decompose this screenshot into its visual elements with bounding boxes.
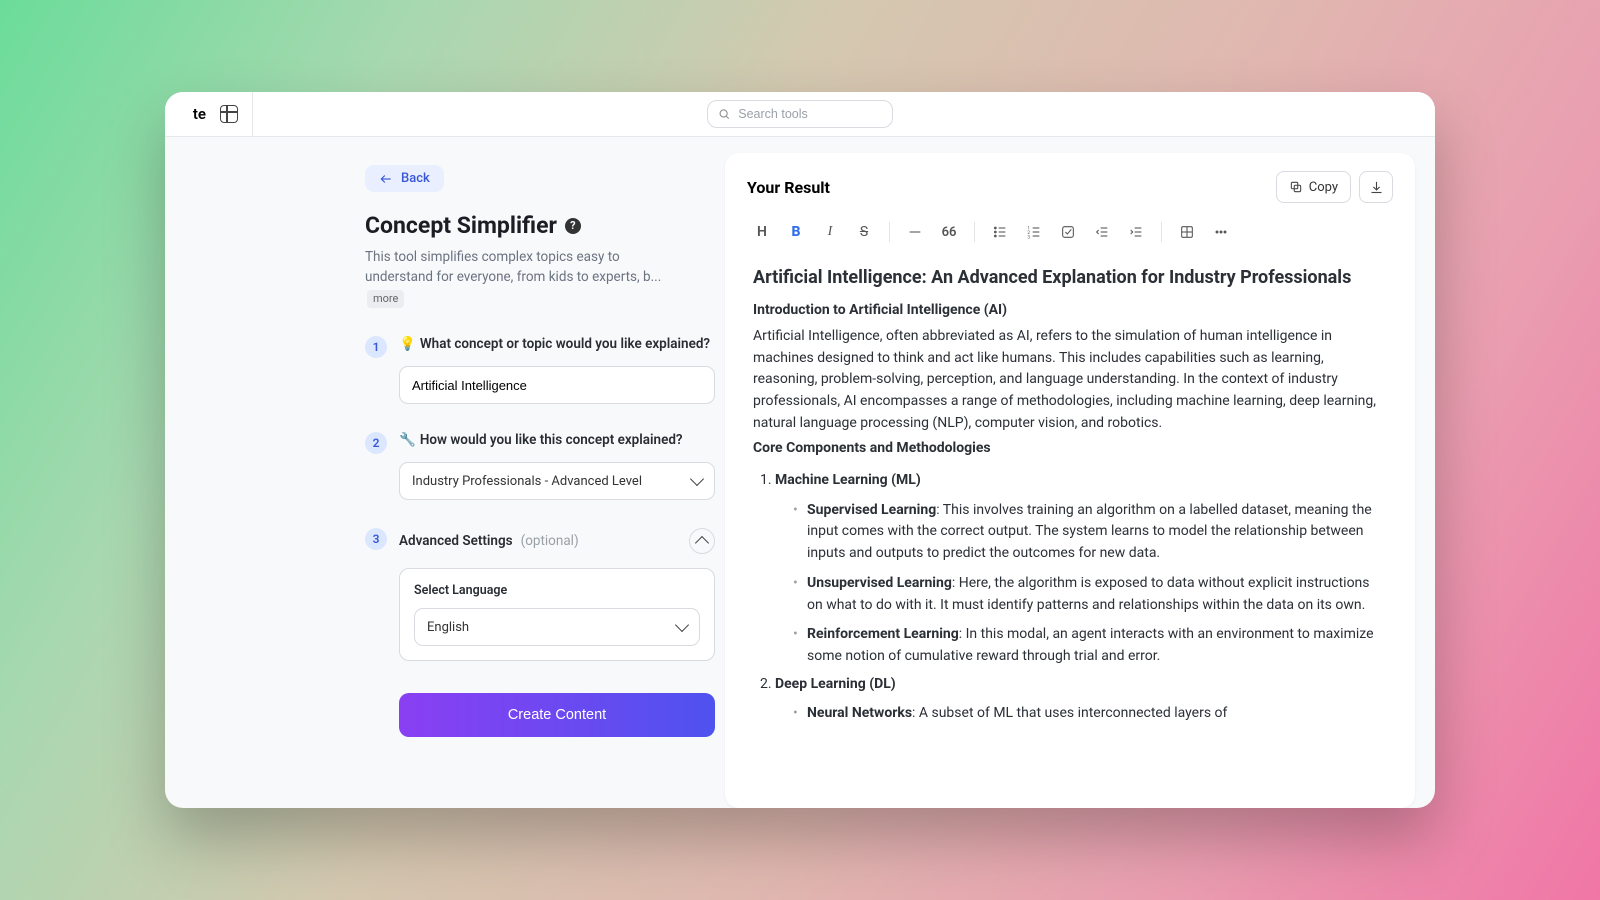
step-1-label: 💡 What concept or topic would you like e… xyxy=(399,336,715,352)
language-select[interactable]: English xyxy=(414,608,700,646)
help-icon[interactable]: ? xyxy=(565,218,581,234)
checklist-button[interactable] xyxy=(1053,217,1083,247)
optional-text: (optional) xyxy=(521,533,579,549)
list-item: Neural Networks: A subset of ML that use… xyxy=(793,703,1387,725)
toolbar-separator xyxy=(889,222,890,242)
layout-toggle-icon[interactable] xyxy=(220,105,238,123)
outdent-button[interactable] xyxy=(1087,217,1117,247)
ml-title: Machine Learning (ML) xyxy=(775,472,921,488)
collapse-button[interactable] xyxy=(689,528,715,554)
bullet-list-button[interactable] xyxy=(985,217,1015,247)
bold-button[interactable]: B xyxy=(781,217,811,247)
chevron-down-icon xyxy=(690,472,704,486)
indent-button[interactable] xyxy=(1121,217,1151,247)
step-1: 1 💡 What concept or topic would you like… xyxy=(365,336,691,404)
step-1-text: What concept or topic would you like exp… xyxy=(420,336,710,352)
step-number: 3 xyxy=(365,528,387,550)
italic-button[interactable]: I xyxy=(815,217,845,247)
result-title: Your Result xyxy=(747,178,830,197)
step-2-label: 🔧 How would you like this concept explai… xyxy=(399,432,715,448)
advanced-header: Advanced Settings (optional) xyxy=(399,528,715,554)
result-actions: Copy xyxy=(1276,171,1393,203)
term: Unsupervised Learning xyxy=(807,575,952,591)
list-item: Reinforcement Learning: In this modal, a… xyxy=(793,624,1387,667)
step-number: 1 xyxy=(365,336,387,358)
audience-value: Industry Professionals - Advanced Level xyxy=(412,474,642,489)
step-2: 2 🔧 How would you like this concept expl… xyxy=(365,432,691,500)
app-window: te Back Concept Simplifier ? This tool s… xyxy=(165,92,1435,808)
list-item: Supervised Learning: This involves train… xyxy=(793,500,1387,565)
copy-icon xyxy=(1289,180,1303,194)
ml-sublist: Supervised Learning: This involves train… xyxy=(793,500,1387,668)
search-icon xyxy=(718,107,730,121)
back-label: Back xyxy=(401,171,430,186)
download-button[interactable] xyxy=(1359,171,1393,203)
create-content-button[interactable]: Create Content xyxy=(399,693,715,737)
language-label: Select Language xyxy=(414,583,700,598)
term: Supervised Learning xyxy=(807,502,936,518)
svg-text:3: 3 xyxy=(1027,235,1030,240)
editor-toolbar: H B I S 66 123 xyxy=(725,213,1415,260)
list-item: Deep Learning (DL) Neural Networks: A su… xyxy=(775,674,1387,725)
copy-button[interactable]: Copy xyxy=(1276,171,1351,203)
ordered-list-button[interactable]: 123 xyxy=(1019,217,1049,247)
wrench-icon: 🔧 xyxy=(399,432,416,448)
result-body[interactable]: Artificial Intelligence: An Advanced Exp… xyxy=(725,260,1415,725)
table-button[interactable] xyxy=(1172,217,1202,247)
term: Neural Networks xyxy=(807,705,912,721)
result-card: Your Result Copy H B I S 66 xyxy=(725,153,1415,808)
concept-input[interactable] xyxy=(412,378,702,393)
intro-heading: Introduction to Artificial Intelligence … xyxy=(753,300,1387,322)
more-button[interactable]: more xyxy=(367,290,404,309)
form-pane: Back Concept Simplifier ? This tool simp… xyxy=(165,137,725,808)
brand-text-fragment: te xyxy=(193,105,206,123)
list-item: Machine Learning (ML) Supervised Learnin… xyxy=(775,470,1387,668)
back-button[interactable]: Back xyxy=(365,165,444,192)
step-2-text: How would you like this concept explaine… xyxy=(420,432,683,448)
dl-sublist: Neural Networks: A subset of ML that use… xyxy=(793,703,1387,725)
search-input[interactable] xyxy=(738,107,882,121)
search-field[interactable] xyxy=(707,100,893,128)
result-header: Your Result Copy xyxy=(725,153,1415,213)
divider-button[interactable] xyxy=(900,217,930,247)
chevron-up-icon xyxy=(695,536,709,550)
list-item: Unsupervised Learning: Here, the algorit… xyxy=(793,573,1387,616)
term: Reinforcement Learning xyxy=(807,626,959,642)
intro-paragraph: Artificial Intelligence, often abbreviat… xyxy=(753,326,1387,434)
quote-button[interactable]: 66 xyxy=(934,217,964,247)
step-3-label: Advanced Settings (optional) xyxy=(399,533,579,549)
desc-text: This tool simplifies complex topics easy… xyxy=(365,249,661,285)
toolbar-separator xyxy=(974,222,975,242)
heading-button[interactable]: H xyxy=(747,217,777,247)
topbar-left: te xyxy=(165,92,253,136)
copy-label: Copy xyxy=(1309,180,1338,195)
step-number: 2 xyxy=(365,432,387,454)
page-title: Concept Simplifier xyxy=(365,212,557,239)
step-3-text: Advanced Settings xyxy=(399,533,513,549)
chevron-down-icon xyxy=(675,618,689,632)
toolbar-separator xyxy=(1161,222,1162,242)
download-icon xyxy=(1369,180,1384,195)
more-button[interactable] xyxy=(1206,217,1236,247)
body: Back Concept Simplifier ? This tool simp… xyxy=(165,137,1435,808)
strikethrough-button[interactable]: S xyxy=(849,217,879,247)
core-heading: Core Components and Methodologies xyxy=(753,438,1387,460)
dl-title: Deep Learning (DL) xyxy=(775,676,896,692)
component-list: Machine Learning (ML) Supervised Learnin… xyxy=(775,470,1387,725)
term-body: : A subset of ML that uses interconnecte… xyxy=(912,705,1227,721)
concept-input-wrap[interactable] xyxy=(399,366,715,404)
topbar: te xyxy=(165,92,1435,137)
lightbulb-icon: 💡 xyxy=(399,336,416,352)
page-title-row: Concept Simplifier ? xyxy=(365,212,691,239)
article-title: Artificial Intelligence: An Advanced Exp… xyxy=(753,266,1387,290)
step-3: 3 Advanced Settings (optional) Select La… xyxy=(365,528,691,737)
language-value: English xyxy=(427,620,469,635)
page-description: This tool simplifies complex topics easy… xyxy=(365,247,665,308)
advanced-panel: Select Language English xyxy=(399,568,715,661)
audience-select[interactable]: Industry Professionals - Advanced Level xyxy=(399,462,715,500)
arrow-left-icon xyxy=(379,172,393,186)
